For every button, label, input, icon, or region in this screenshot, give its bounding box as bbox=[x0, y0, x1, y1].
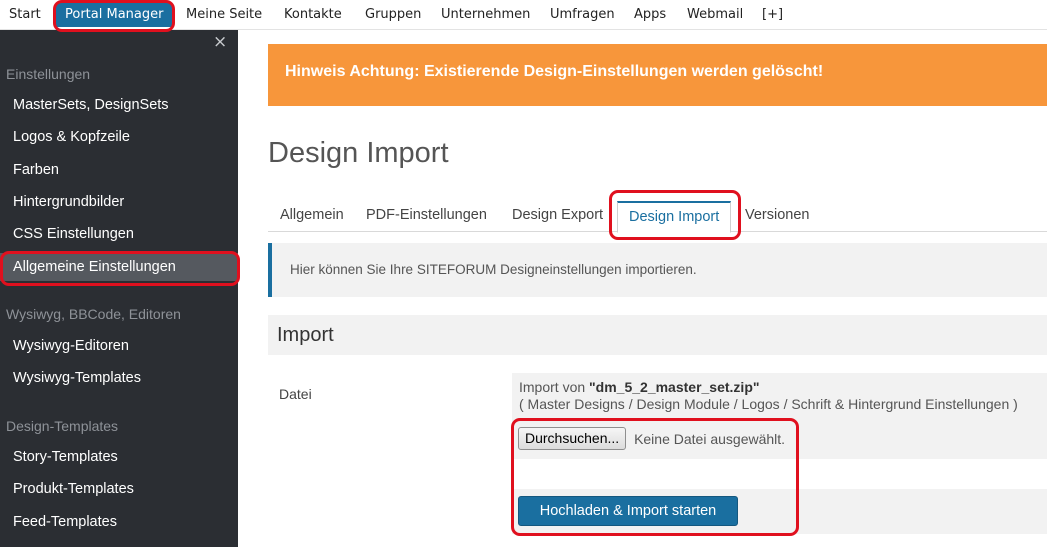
sidebar-item-produkt-templates[interactable]: Produkt-Templates bbox=[0, 475, 238, 503]
tab-design-import[interactable]: Design Import bbox=[617, 201, 732, 233]
sidebar-item-mastersets[interactable]: MasterSets, DesignSets bbox=[0, 91, 238, 119]
import-detail-line: ( Master Designs / Design Module / Logos… bbox=[519, 396, 1018, 412]
sidebar-item-feed-templates[interactable]: Feed-Templates bbox=[0, 508, 238, 536]
sidebar-item-wysiwyg-editoren[interactable]: Wysiwyg-Editoren bbox=[0, 332, 238, 360]
tab-versionen[interactable]: Versionen bbox=[745, 200, 810, 232]
nav-apps[interactable]: Apps bbox=[634, 0, 666, 30]
nav-start[interactable]: Start bbox=[9, 0, 41, 30]
tab-pdf-einstellungen[interactable]: PDF-Einstellungen bbox=[366, 200, 487, 232]
nav-webmail[interactable]: Webmail bbox=[687, 0, 743, 30]
top-navigation: Start Portal Manager Meine Seite Kontakt… bbox=[0, 0, 1047, 30]
import-prefix: Import von bbox=[519, 379, 590, 395]
nav-kontakte[interactable]: Kontakte bbox=[284, 0, 342, 30]
browse-button[interactable]: Durchsuchen... bbox=[518, 427, 627, 450]
tab-bar: Allgemein PDF-Einstellungen Design Expor… bbox=[268, 200, 1047, 233]
close-icon[interactable]: × bbox=[213, 32, 227, 52]
sidebar-section-design-templates: Design-Templates bbox=[6, 418, 119, 434]
nav-unternehmen[interactable]: Unternehmen bbox=[441, 0, 530, 30]
sidebar-item-farben[interactable]: Farben bbox=[0, 156, 238, 184]
sidebar: × Einstellungen MasterSets, DesignSets L… bbox=[0, 30, 238, 547]
upload-import-button[interactable]: Hochladen & Import starten bbox=[518, 496, 738, 526]
page-title: Design Import bbox=[268, 137, 449, 169]
import-section-heading: Import bbox=[268, 315, 1047, 355]
sidebar-item-css[interactable]: CSS Einstellungen bbox=[0, 220, 238, 248]
warning-banner: Hinweis Achtung: Existierende Design-Ein… bbox=[268, 44, 1047, 106]
file-status-text: Keine Datei ausgewählt. bbox=[634, 430, 786, 447]
import-filename: "dm_5_2_master_set.zip" bbox=[589, 379, 760, 395]
nav-gruppen[interactable]: Gruppen bbox=[365, 0, 421, 30]
import-source-line: Import von "dm_5_2_master_set.zip" bbox=[519, 379, 1047, 395]
submit-row: Hochladen & Import starten bbox=[512, 489, 1047, 534]
tab-design-export[interactable]: Design Export bbox=[512, 200, 603, 232]
sidebar-item-logos[interactable]: Logos & Kopfzeile bbox=[0, 123, 238, 151]
nav-more[interactable]: [+] bbox=[762, 0, 783, 30]
sidebar-section-einstellungen: Einstellungen bbox=[6, 66, 91, 82]
sidebar-item-story-templates[interactable]: Story-Templates bbox=[0, 443, 238, 471]
nav-portal-manager[interactable]: Portal Manager bbox=[56, 3, 173, 27]
info-box: Hier können Sie Ihre SITEFORUM Designein… bbox=[268, 243, 1047, 297]
nav-umfragen[interactable]: Umfragen bbox=[550, 0, 615, 30]
sidebar-item-allgemeine-einstellungen[interactable]: Allgemeine Einstellungen bbox=[0, 253, 238, 281]
sidebar-item-wysiwyg-templates[interactable]: Wysiwyg-Templates bbox=[0, 364, 238, 392]
sidebar-section-wysiwyg: Wysiwyg, BBCode, Editoren bbox=[6, 306, 181, 322]
sidebar-item-hintergrundbilder[interactable]: Hintergrundbilder bbox=[0, 188, 238, 216]
tab-allgemein[interactable]: Allgemein bbox=[280, 200, 344, 232]
nav-meine-seite[interactable]: Meine Seite bbox=[186, 0, 262, 30]
file-field-label: Datei bbox=[279, 386, 312, 402]
file-input[interactable]: Durchsuchen... Keine Datei ausgewählt. bbox=[518, 427, 785, 450]
